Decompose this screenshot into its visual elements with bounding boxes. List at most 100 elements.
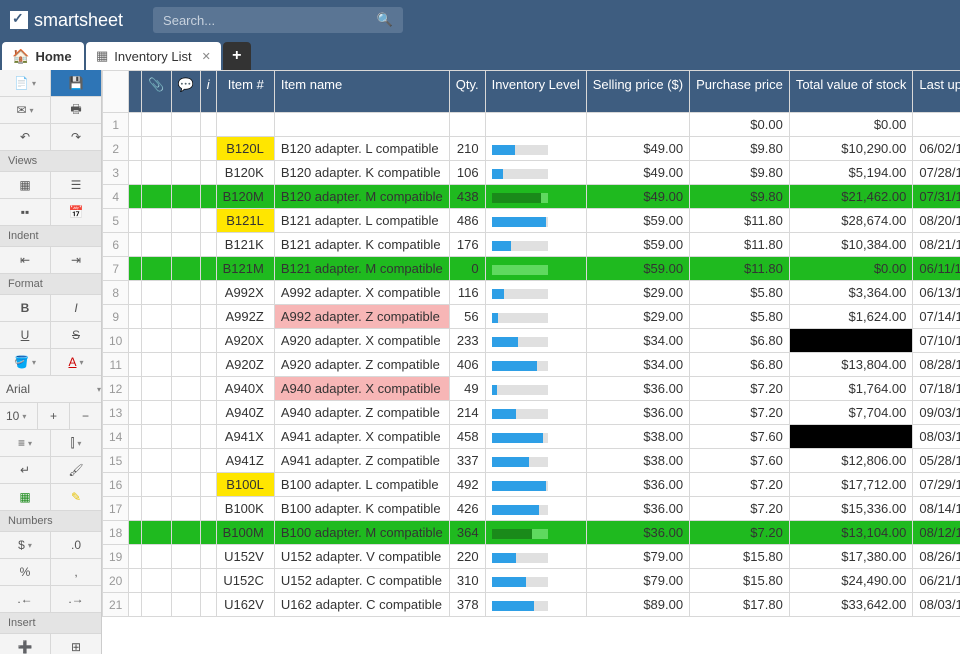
cell-expand[interactable] (129, 593, 142, 617)
cell-qty[interactable] (449, 113, 485, 137)
cell-qty[interactable]: 49 (449, 377, 485, 401)
cell-item-name[interactable]: B100 adapter. M compatible (274, 521, 449, 545)
data-grid[interactable]: 📎 💬 i Item # Item name Qty. Inventory Le… (102, 70, 960, 617)
cell-selling[interactable]: $49.00 (586, 161, 689, 185)
cell-selling[interactable]: $79.00 (586, 569, 689, 593)
cell-total[interactable]: $13,104.00 (789, 521, 913, 545)
search-box[interactable]: 🔍 (153, 7, 403, 33)
table-row[interactable]: 6B121KB121 adapter. K compatible176$59.0… (103, 233, 960, 257)
align-button[interactable]: ≡▾ (0, 430, 51, 456)
cell-info[interactable] (200, 329, 216, 353)
cell-total[interactable] (789, 329, 913, 353)
header-item-no[interactable]: Item # (216, 71, 274, 113)
cell-item-name[interactable]: B121 adapter. M compatible (274, 257, 449, 281)
cell-purchase[interactable]: $11.80 (690, 233, 790, 257)
cell-purchase[interactable]: $15.80 (690, 545, 790, 569)
cell-total[interactable]: $7,704.00 (789, 401, 913, 425)
table-row[interactable]: 5B121LB121 adapter. L compatible486$59.0… (103, 209, 960, 233)
table-row[interactable]: 20U152CU152 adapter. C compatible310$79.… (103, 569, 960, 593)
cell-rownum[interactable]: 21 (103, 593, 129, 617)
cell-qty[interactable]: 364 (449, 521, 485, 545)
cell-expand[interactable] (129, 353, 142, 377)
cell-item-name[interactable]: U152 adapter. C compatible (274, 569, 449, 593)
cell-item-no[interactable]: A940X (216, 377, 274, 401)
format-painter-button[interactable]: 🖌 (51, 457, 101, 483)
table-row[interactable]: 3B120KB120 adapter. K compatible106$49.0… (103, 161, 960, 185)
cell-rownum[interactable]: 2 (103, 137, 129, 161)
cell-item-no[interactable]: U152C (216, 569, 274, 593)
cell-total[interactable]: $33,642.00 (789, 593, 913, 617)
cell-rownum[interactable]: 8 (103, 281, 129, 305)
close-icon[interactable]: ✕ (202, 50, 211, 63)
cell-inventory[interactable] (485, 521, 586, 545)
save-button[interactable]: 💾 (51, 70, 101, 96)
cell-rownum[interactable]: 9 (103, 305, 129, 329)
cell-total[interactable]: $28,674.00 (789, 209, 913, 233)
cell-inventory[interactable] (485, 185, 586, 209)
grid-view-button[interactable]: ▦ (0, 172, 51, 198)
undo-button[interactable]: ↶ (0, 124, 51, 150)
cell-total[interactable]: $13,804.00 (789, 353, 913, 377)
insert-col-button[interactable]: ⊞ (51, 634, 101, 654)
cell-qty[interactable]: 458 (449, 425, 485, 449)
new-button[interactable]: 📄▾ (0, 70, 51, 96)
cell-attach[interactable] (142, 161, 171, 185)
header-expand[interactable] (129, 71, 142, 113)
cell-qty[interactable]: 486 (449, 209, 485, 233)
cell-selling[interactable]: $79.00 (586, 545, 689, 569)
italic-button[interactable]: I (51, 295, 101, 321)
calendar-view-button[interactable]: 📅 (51, 199, 101, 225)
cell-inventory[interactable] (485, 305, 586, 329)
valign-button[interactable]: ⫿▾ (51, 430, 101, 456)
cell-purchase[interactable]: $7.60 (690, 449, 790, 473)
header-updated[interactable]: Last updated (913, 71, 960, 113)
cell-info[interactable] (200, 281, 216, 305)
font-decrease-button[interactable]: − (70, 403, 101, 429)
cell-attach[interactable] (142, 329, 171, 353)
cell-attach[interactable] (142, 113, 171, 137)
cell-updated[interactable]: 08/21/15 (913, 233, 960, 257)
cell-comment[interactable] (171, 377, 200, 401)
cell-purchase[interactable]: $7.20 (690, 497, 790, 521)
cell-rownum[interactable]: 5 (103, 209, 129, 233)
print-button[interactable]: 🖶 (51, 97, 101, 123)
cell-expand[interactable] (129, 497, 142, 521)
cell-total[interactable]: $12,806.00 (789, 449, 913, 473)
cell-selling[interactable]: $36.00 (586, 377, 689, 401)
header-qty[interactable]: Qty. (449, 71, 485, 113)
cell-item-name[interactable]: B120 adapter. K compatible (274, 161, 449, 185)
cell-item-name[interactable]: A941 adapter. X compatible (274, 425, 449, 449)
table-row[interactable]: 2B120LB120 adapter. L compatible210$49.0… (103, 137, 960, 161)
cell-comment[interactable] (171, 521, 200, 545)
cell-total[interactable]: $21,462.00 (789, 185, 913, 209)
cell-qty[interactable]: 337 (449, 449, 485, 473)
cell-purchase[interactable]: $9.80 (690, 137, 790, 161)
cell-inventory[interactable] (485, 545, 586, 569)
cell-expand[interactable] (129, 425, 142, 449)
cell-info[interactable] (200, 185, 216, 209)
cell-updated[interactable]: 08/28/15 (913, 353, 960, 377)
cell-comment[interactable] (171, 545, 200, 569)
cell-item-name[interactable]: B120 adapter. L compatible (274, 137, 449, 161)
highlight-button[interactable]: ✎ (51, 484, 101, 510)
cell-attach[interactable] (142, 257, 171, 281)
cell-item-name[interactable]: B100 adapter. L compatible (274, 473, 449, 497)
cell-info[interactable] (200, 425, 216, 449)
cell-attach[interactable] (142, 449, 171, 473)
cell-attach[interactable] (142, 209, 171, 233)
cell-info[interactable] (200, 521, 216, 545)
cell-purchase[interactable]: $0.00 (690, 113, 790, 137)
cell-selling[interactable]: $36.00 (586, 497, 689, 521)
cell-inventory[interactable] (485, 473, 586, 497)
cell-attach[interactable] (142, 425, 171, 449)
cell-purchase[interactable]: $11.80 (690, 209, 790, 233)
cell-updated[interactable]: 06/13/15 (913, 281, 960, 305)
cell-comment[interactable] (171, 233, 200, 257)
currency-button[interactable]: $▾ (0, 532, 51, 558)
cell-expand[interactable] (129, 257, 142, 281)
cell-updated[interactable]: 08/14/15 (913, 497, 960, 521)
header-attach[interactable]: 📎 (142, 71, 171, 113)
cell-selling[interactable]: $49.00 (586, 185, 689, 209)
table-row[interactable]: 21U162VU162 adapter. C compatible378$89.… (103, 593, 960, 617)
thousand-button[interactable]: , (51, 559, 101, 585)
